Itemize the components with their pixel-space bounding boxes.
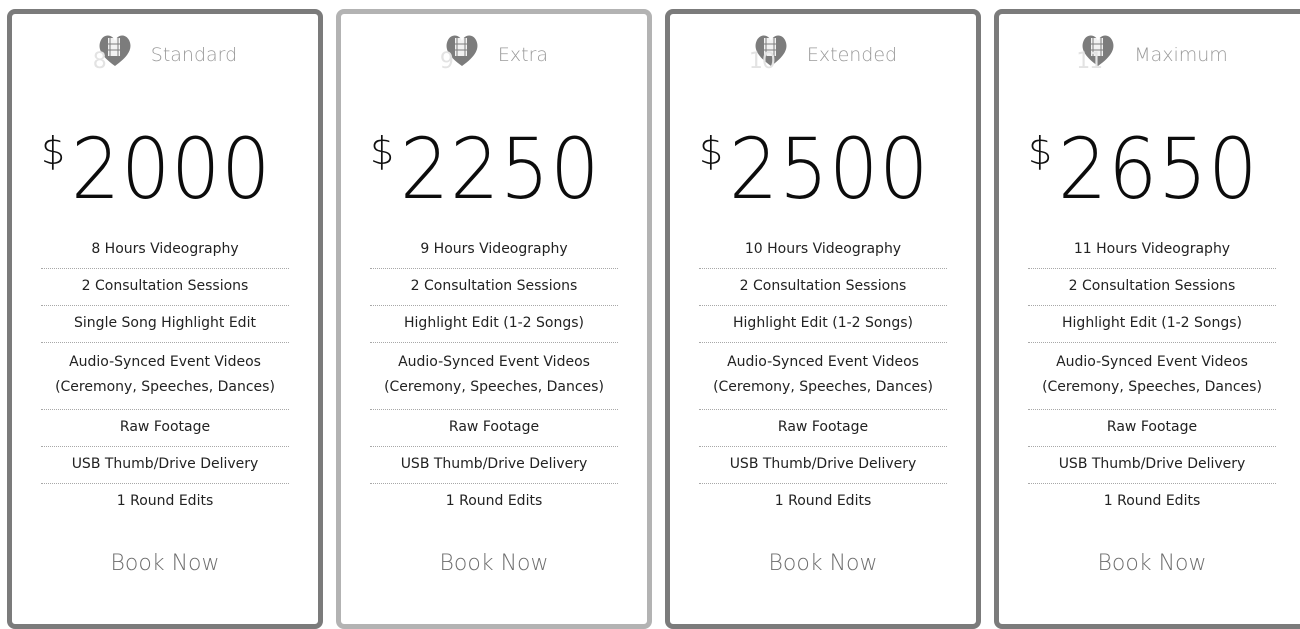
plan-header: 10 Extended: [670, 14, 976, 94]
feature-item: 2 Consultation Sessions: [1028, 269, 1276, 306]
book-now-button[interactable]: Book Now: [999, 551, 1300, 576]
book-now-button[interactable]: Book Now: [670, 551, 976, 576]
heart-filmstrip-icon: 8: [93, 30, 137, 74]
plan-badge-number: 10: [748, 49, 776, 74]
feature-item: 10 Hours Videography: [699, 232, 947, 269]
plan-card-extended: 10 Extended $ 2500 10 Hours Videography …: [665, 9, 981, 629]
plan-price: $ 2250: [341, 121, 647, 217]
feature-item: Single Song Highlight Edit: [41, 306, 289, 343]
feature-list: 10 Hours Videography 2 Consultation Sess…: [699, 232, 947, 520]
currency-symbol: $: [1028, 129, 1053, 173]
plan-badge-number: 8: [92, 49, 107, 74]
currency-symbol: $: [370, 129, 395, 173]
plan-card-extra: 9 Extra $ 2250 9 Hours Videography 2 Con…: [336, 9, 652, 629]
plan-header: 9 Extra: [341, 14, 647, 94]
plan-name: Extra: [497, 44, 549, 66]
feature-item: Highlight Edit (1-2 Songs): [699, 306, 947, 343]
feature-item: Highlight Edit (1-2 Songs): [1028, 306, 1276, 343]
plan-badge-number: 11: [1076, 49, 1103, 74]
book-now-button[interactable]: Book Now: [341, 551, 647, 576]
feature-item: Audio-Synced Event Videos (Ceremony, Spe…: [370, 343, 618, 410]
feature-item: Raw Footage: [41, 410, 289, 447]
feature-item: 11 Hours Videography: [1028, 232, 1276, 269]
feature-item: Audio-Synced Event Videos (Ceremony, Spe…: [41, 343, 289, 410]
heart-filmstrip-icon: 11: [1076, 30, 1120, 74]
feature-item: Raw Footage: [1028, 410, 1276, 447]
feature-list: 9 Hours Videography 2 Consultation Sessi…: [370, 232, 618, 520]
price-amount: 2650: [1058, 120, 1259, 218]
plan-price: $ 2500: [670, 121, 976, 217]
heart-filmstrip-icon: 10: [749, 30, 793, 74]
feature-item: USB Thumb/Drive Delivery: [1028, 447, 1276, 484]
feature-item: 1 Round Edits: [445, 493, 543, 509]
plan-price: $ 2000: [12, 121, 318, 217]
feature-item: Raw Footage: [699, 410, 947, 447]
feature-item: Highlight Edit (1-2 Songs): [370, 306, 618, 343]
pricing-plans: 8 Standard $ 2000 8 Hours Videography 2 …: [0, 0, 1300, 629]
feature-list: 11 Hours Videography 2 Consultation Sess…: [1028, 232, 1276, 520]
feature-item: 1 Round Edits: [1103, 493, 1201, 509]
plan-card-standard: 8 Standard $ 2000 8 Hours Videography 2 …: [7, 9, 323, 629]
plan-name: Extended: [806, 44, 898, 66]
plan-price: $ 2650: [999, 121, 1300, 217]
book-now-button[interactable]: Book Now: [12, 551, 318, 576]
price-amount: 2250: [400, 120, 601, 218]
feature-item: 2 Consultation Sessions: [699, 269, 947, 306]
feature-item: 1 Round Edits: [774, 493, 872, 509]
plan-header: 11 Maximum: [999, 14, 1300, 94]
currency-symbol: $: [699, 129, 724, 173]
feature-item: Audio-Synced Event Videos (Ceremony, Spe…: [1028, 343, 1276, 410]
feature-list: 8 Hours Videography 2 Consultation Sessi…: [41, 232, 289, 520]
feature-item: 1 Round Edits: [116, 493, 214, 509]
plan-name: Standard: [150, 44, 238, 66]
feature-item: Audio-Synced Event Videos (Ceremony, Spe…: [699, 343, 947, 410]
feature-item: 8 Hours Videography: [41, 232, 289, 269]
feature-item: USB Thumb/Drive Delivery: [699, 447, 947, 484]
price-amount: 2000: [71, 120, 272, 218]
feature-item: 2 Consultation Sessions: [41, 269, 289, 306]
heart-filmstrip-icon: 9: [440, 30, 484, 74]
plan-name: Maximum: [1134, 44, 1228, 66]
feature-item: 2 Consultation Sessions: [370, 269, 618, 306]
feature-item: USB Thumb/Drive Delivery: [370, 447, 618, 484]
currency-symbol: $: [41, 129, 66, 173]
feature-item: 9 Hours Videography: [370, 232, 618, 269]
price-amount: 2500: [729, 120, 930, 218]
plan-header: 8 Standard: [12, 14, 318, 94]
feature-item: USB Thumb/Drive Delivery: [41, 447, 289, 484]
plan-badge-number: 9: [439, 49, 454, 74]
plan-card-maximum: 11 Maximum $ 2650 11 Hours Videography 2…: [994, 9, 1300, 629]
feature-item: Raw Footage: [370, 410, 618, 447]
